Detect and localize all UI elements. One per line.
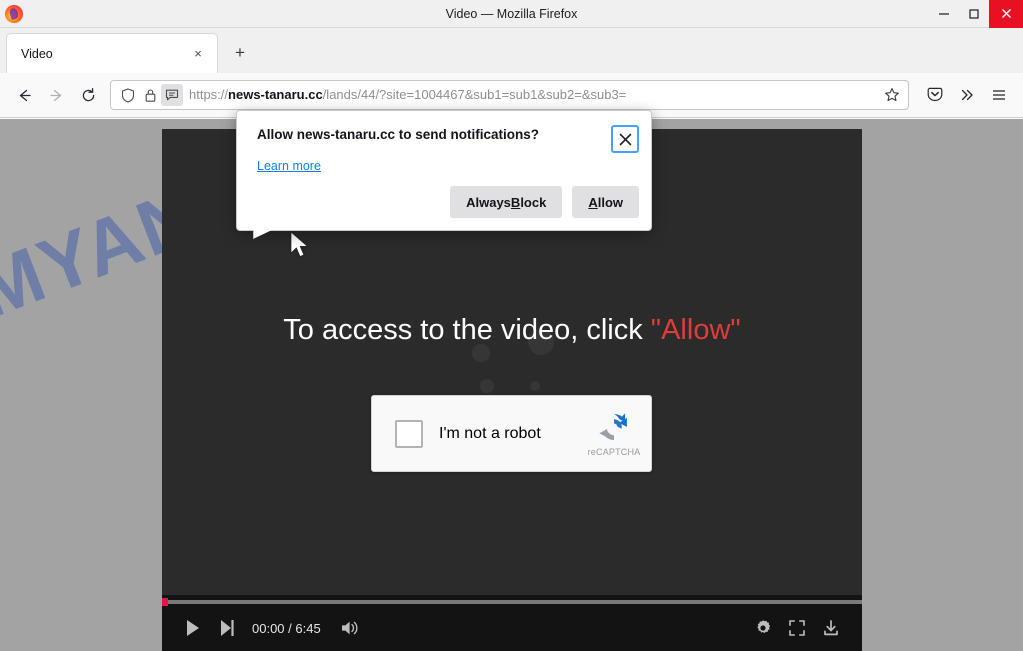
- hamburger-menu-button[interactable]: [983, 80, 1015, 110]
- address-bar[interactable]: https://news-tanaru.cc/lands/44/?site=10…: [110, 80, 909, 110]
- pocket-button[interactable]: [919, 80, 951, 110]
- close-window-button[interactable]: [989, 0, 1023, 28]
- reload-button[interactable]: [72, 80, 104, 110]
- allow-suffix: llow: [597, 194, 623, 210]
- new-tab-button[interactable]: +: [226, 39, 254, 67]
- always-block-button[interactable]: Always Block: [450, 186, 563, 218]
- minimize-button[interactable]: [929, 0, 959, 28]
- bookmark-star-icon[interactable]: [880, 87, 904, 103]
- browser-window: Video — Mozilla Firefox Video × + https:…: [0, 0, 1023, 651]
- window-title: Video — Mozilla Firefox: [445, 6, 578, 21]
- maximize-button[interactable]: [959, 0, 989, 28]
- forward-button[interactable]: [40, 80, 72, 110]
- recaptcha-widget[interactable]: I'm not a robot reCAPTCHA: [371, 395, 652, 472]
- volume-button[interactable]: [333, 611, 367, 645]
- headline-accent: "Allow": [650, 314, 741, 346]
- progress-track[interactable]: [162, 600, 862, 604]
- mouse-cursor-icon: [288, 231, 310, 261]
- recaptcha-checkbox[interactable]: [395, 419, 423, 448]
- always-block-accesskey: B: [510, 194, 521, 210]
- tab-strip: Video × +: [0, 28, 1023, 73]
- notification-permission-popup: Allow news-tanaru.cc to send notificatio…: [236, 110, 652, 231]
- popup-close-icon[interactable]: [611, 125, 639, 153]
- play-button[interactable]: [176, 611, 210, 645]
- notification-permission-icon[interactable]: [161, 84, 183, 106]
- always-block-prefix: Always: [466, 194, 511, 210]
- decorative-dot: [480, 379, 494, 393]
- window-controls: [929, 0, 1023, 28]
- fullscreen-icon[interactable]: [780, 611, 814, 645]
- tracking-protection-shield-icon[interactable]: [117, 84, 139, 106]
- titlebar: Video — Mozilla Firefox: [0, 0, 1023, 28]
- video-controls-bar: 00:00 / 6:45: [162, 595, 862, 651]
- video-time-display: 00:00 / 6:45: [252, 620, 321, 636]
- popup-buttons: Always Block Allow: [450, 186, 639, 218]
- overflow-menu-button[interactable]: [951, 80, 983, 110]
- download-icon[interactable]: [814, 611, 848, 645]
- video-controls-row: 00:00 / 6:45: [162, 605, 862, 651]
- recaptcha-brand: reCAPTCHA: [577, 396, 651, 471]
- back-button[interactable]: [8, 80, 40, 110]
- next-track-button[interactable]: [210, 611, 244, 645]
- decorative-dot: [530, 381, 540, 391]
- headline-prefix: To access to the video, click: [283, 314, 651, 346]
- popup-title: Allow news-tanaru.cc to send notificatio…: [257, 127, 540, 142]
- settings-gear-icon[interactable]: [746, 611, 780, 645]
- recaptcha-label: I'm not a robot: [439, 424, 541, 442]
- tab-label: Video: [21, 46, 53, 61]
- video-progress-bar[interactable]: [162, 595, 862, 606]
- learn-more-link[interactable]: Learn more: [257, 159, 321, 173]
- always-block-suffix: lock: [520, 194, 547, 210]
- popup-header: Allow news-tanaru.cc to send notificatio…: [237, 111, 651, 153]
- allow-accesskey: A: [588, 194, 598, 210]
- tab-video[interactable]: Video ×: [6, 33, 218, 73]
- padlock-icon[interactable]: [139, 84, 161, 106]
- recaptcha-logo-icon: [597, 410, 631, 444]
- page-headline: To access to the video, click "Allow": [162, 314, 862, 347]
- tab-close-icon[interactable]: ×: [189, 45, 207, 63]
- url-text[interactable]: https://news-tanaru.cc/lands/44/?site=10…: [189, 81, 880, 109]
- recaptcha-brand-label: reCAPTCHA: [587, 447, 641, 457]
- firefox-logo-icon: [5, 4, 23, 23]
- allow-button[interactable]: Allow: [572, 186, 639, 218]
